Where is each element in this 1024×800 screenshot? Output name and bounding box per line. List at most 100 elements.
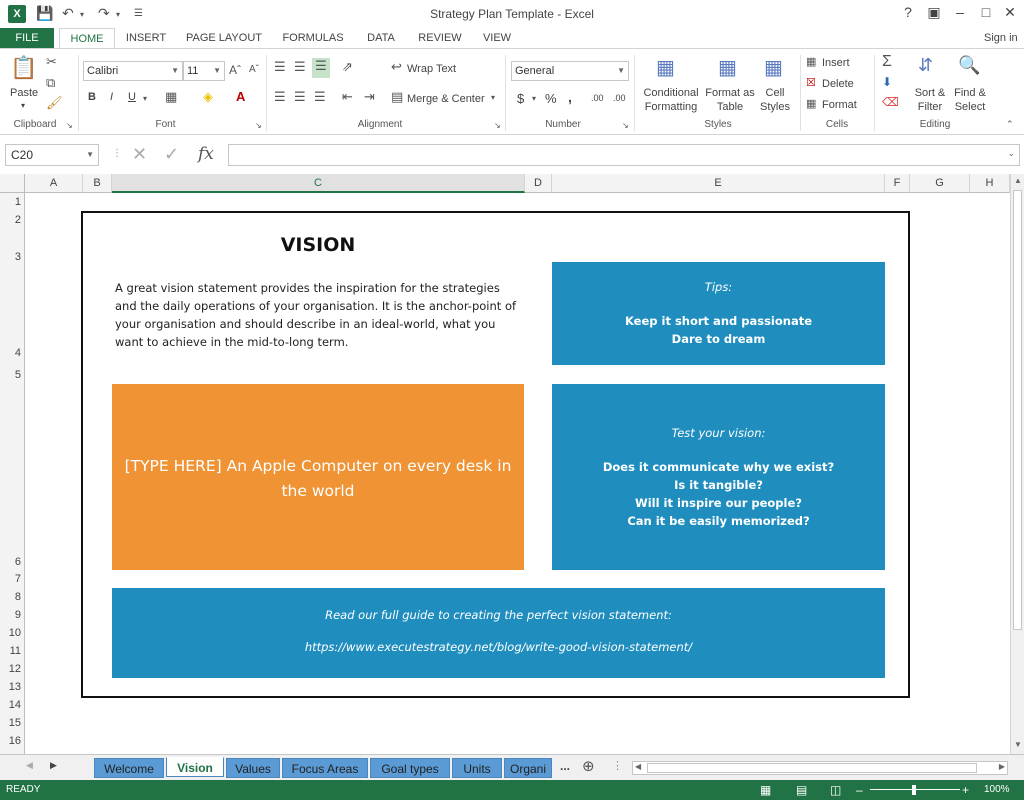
help-button[interactable]: ?: [896, 4, 920, 20]
sheet-tab-organi[interactable]: Organi: [504, 758, 552, 778]
sheet-tab-welcome[interactable]: Welcome: [94, 758, 164, 778]
conditional-formatting-label-1[interactable]: Conditional: [640, 87, 702, 99]
merge-center-icon[interactable]: ▤: [391, 89, 403, 105]
test-vision-box[interactable]: Test your vision: Does it communicate wh…: [552, 384, 885, 570]
format-as-table-icon[interactable]: ▦: [718, 55, 737, 80]
vision-statement-box[interactable]: [TYPE HERE] An Apple Computer on every d…: [112, 384, 524, 570]
decrease-indent-icon[interactable]: ⇤: [342, 89, 353, 105]
scroll-up-icon[interactable]: ▲: [1014, 176, 1022, 185]
sort-filter-icon[interactable]: ⇵: [918, 55, 933, 76]
sign-in-link[interactable]: Sign in: [984, 28, 1024, 49]
vision-intro-text[interactable]: A great vision statement provides the in…: [115, 279, 525, 351]
guide-box[interactable]: Read our full guide to creating the perf…: [112, 588, 885, 678]
page-break-view-icon[interactable]: ◫: [830, 780, 841, 800]
bold-button[interactable]: B: [88, 91, 96, 103]
conditional-formatting-icon[interactable]: ▦: [656, 55, 675, 80]
row-header[interactable]: 14: [0, 696, 25, 714]
fill-color-icon[interactable]: ◈: [203, 89, 213, 105]
row-header[interactable]: 1: [0, 193, 25, 211]
row-header[interactable]: 2: [0, 211, 25, 229]
alignment-launcher-icon[interactable]: ↘: [494, 121, 501, 130]
fill-icon[interactable]: ⬇: [882, 75, 892, 89]
prev-sheet-icon[interactable]: ◀: [26, 760, 33, 771]
font-size-combo[interactable]: 11 ▼: [183, 61, 225, 81]
row-header[interactable]: 15: [0, 714, 25, 732]
paste-icon[interactable]: 📋: [10, 55, 37, 81]
confirm-entry-icon[interactable]: ✓: [164, 144, 179, 165]
orientation-icon[interactable]: ⇗: [342, 59, 353, 75]
insert-function-button[interactable]: fx: [198, 144, 214, 164]
vision-title[interactable]: VISION: [112, 234, 524, 256]
tab-view[interactable]: VIEW: [476, 28, 518, 49]
tab-page-layout[interactable]: PAGE LAYOUT: [180, 28, 268, 49]
sheet-tab-units[interactable]: Units: [452, 758, 502, 778]
select-all-corner[interactable]: [0, 174, 25, 193]
format-painter-icon[interactable]: 🖌: [46, 95, 63, 111]
row-header[interactable]: 13: [0, 678, 25, 696]
tab-formulas[interactable]: FORMULAS: [278, 28, 348, 49]
row-header[interactable]: 11: [0, 642, 25, 660]
align-right-icon[interactable]: ☰: [314, 89, 326, 105]
tab-file[interactable]: FILE: [0, 28, 54, 49]
find-select-icon[interactable]: 🔍: [958, 55, 980, 76]
minimize-icon[interactable]: –: [948, 4, 972, 20]
row-header[interactable]: 4: [0, 265, 25, 366]
redo-dropdown-icon[interactable]: ▾: [116, 10, 120, 19]
merge-dropdown-icon[interactable]: ▾: [491, 93, 495, 102]
column-header-b[interactable]: B: [83, 174, 112, 193]
scroll-down-icon[interactable]: ▼: [1014, 740, 1022, 749]
align-top-icon[interactable]: ☰: [274, 59, 286, 75]
row-header[interactable]: 7: [0, 570, 25, 588]
row-header[interactable]: 6: [0, 384, 25, 570]
increase-font-icon[interactable]: Aˆ: [229, 63, 241, 77]
zoom-slider-thumb[interactable]: [912, 785, 916, 795]
autosum-icon[interactable]: Σ: [882, 53, 892, 71]
column-header-f[interactable]: F: [885, 174, 910, 193]
new-sheet-icon[interactable]: ⊕: [582, 757, 595, 775]
cell-styles-label-2[interactable]: Styles: [756, 101, 794, 113]
vertical-scroll-thumb[interactable]: [1013, 190, 1022, 630]
sheet-tab-values[interactable]: Values: [226, 758, 280, 778]
horizontal-scrollbar[interactable]: ◀ ▶: [632, 761, 1008, 775]
cancel-entry-icon[interactable]: ✕: [132, 144, 147, 165]
row-header[interactable]: 12: [0, 660, 25, 678]
number-launcher-icon[interactable]: ↘: [622, 121, 629, 130]
format-cells-icon[interactable]: ▦: [806, 97, 816, 110]
sheet-tab-vision[interactable]: Vision: [166, 757, 224, 777]
zoom-in-icon[interactable]: +: [962, 780, 969, 800]
column-header-h[interactable]: H: [970, 174, 1010, 193]
format-as-table-label-1[interactable]: Format as: [704, 87, 756, 99]
column-header-e[interactable]: E: [552, 174, 885, 193]
formula-input[interactable]: ⌄: [228, 144, 1020, 166]
row-header[interactable]: 8: [0, 588, 25, 606]
customize-qat-icon[interactable]: ☰: [134, 8, 143, 19]
cell-styles-icon[interactable]: ▦: [764, 55, 783, 80]
tab-split-handle-icon[interactable]: ⋮: [612, 759, 623, 772]
undo-icon[interactable]: ↶: [62, 5, 74, 22]
number-format-combo[interactable]: General ▼: [511, 61, 629, 81]
font-color-icon[interactable]: A: [236, 89, 245, 104]
currency-button[interactable]: $: [517, 91, 524, 106]
collapse-ribbon-icon[interactable]: ⌃: [1006, 119, 1014, 130]
save-icon[interactable]: 💾: [36, 5, 53, 22]
conditional-formatting-label-2[interactable]: Formatting: [640, 101, 702, 113]
find-select-label-2[interactable]: Select: [950, 101, 990, 113]
align-left-icon[interactable]: ☰: [274, 89, 286, 105]
column-header-g[interactable]: G: [910, 174, 970, 193]
scroll-left-icon[interactable]: ◀: [635, 762, 641, 771]
sheet-tab-focus-areas[interactable]: Focus Areas: [282, 758, 368, 778]
increase-indent-icon[interactable]: ⇥: [364, 89, 375, 105]
tab-review[interactable]: REVIEW: [412, 28, 468, 49]
increase-decimal-button[interactable]: .00: [591, 93, 604, 103]
currency-dropdown-icon[interactable]: ▾: [532, 94, 536, 103]
sort-filter-label-2[interactable]: Filter: [912, 101, 948, 113]
align-bottom-icon[interactable]: ☰: [312, 58, 330, 78]
ribbon-display-options-icon[interactable]: ▣: [922, 4, 946, 21]
decrease-decimal-button[interactable]: .00: [613, 93, 626, 103]
maximize-icon[interactable]: □: [974, 4, 998, 20]
align-center-icon[interactable]: ☰: [294, 89, 306, 105]
percent-button[interactable]: %: [545, 91, 557, 106]
comma-button[interactable]: ,: [568, 89, 572, 105]
page-layout-view-icon[interactable]: ▤: [796, 780, 807, 800]
row-header[interactable]: 5: [0, 366, 25, 384]
